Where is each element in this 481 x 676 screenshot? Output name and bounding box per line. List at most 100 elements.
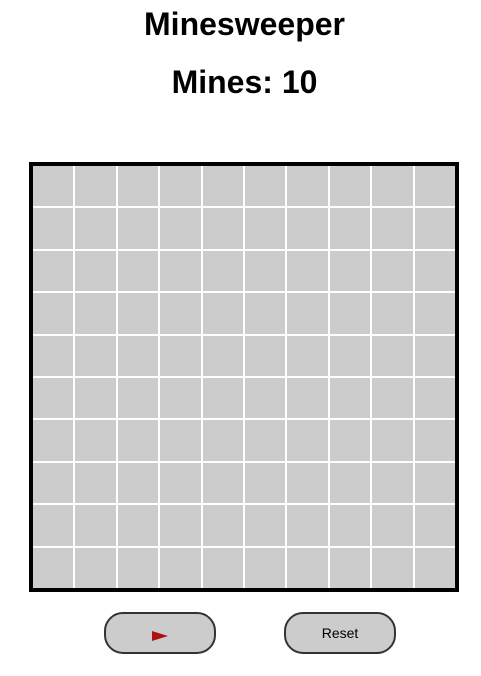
board-cell[interactable] xyxy=(160,208,201,249)
board-cell[interactable] xyxy=(287,420,328,461)
board-cell[interactable] xyxy=(33,547,74,588)
board-cell[interactable] xyxy=(75,293,116,334)
board-cell[interactable] xyxy=(33,166,74,207)
board-cell[interactable] xyxy=(202,420,243,461)
board-cell[interactable] xyxy=(414,462,455,504)
board-cell[interactable] xyxy=(75,208,116,249)
board-cell[interactable] xyxy=(33,208,74,249)
board-cell[interactable] xyxy=(329,335,371,376)
board-cell[interactable] xyxy=(33,420,74,461)
board-cell[interactable] xyxy=(287,462,328,504)
board-cell[interactable] xyxy=(33,335,74,376)
board-cell[interactable] xyxy=(202,335,243,376)
board-cell[interactable] xyxy=(202,378,243,419)
board-cell[interactable] xyxy=(287,335,328,376)
board-cell[interactable] xyxy=(372,335,413,376)
board-cell[interactable] xyxy=(117,547,159,588)
board-cell[interactable] xyxy=(202,293,243,334)
board-cell[interactable] xyxy=(245,547,286,588)
board-cell[interactable] xyxy=(329,420,371,461)
board-cell[interactable] xyxy=(329,462,371,504)
board-cell[interactable] xyxy=(160,250,201,292)
board-cell[interactable] xyxy=(245,420,286,461)
board-cell[interactable] xyxy=(33,462,74,504)
board-cell[interactable] xyxy=(160,378,201,419)
board-cell[interactable] xyxy=(33,505,74,546)
board-cell[interactable] xyxy=(75,378,116,419)
board-cell[interactable] xyxy=(414,293,455,334)
board-cell[interactable] xyxy=(160,335,201,376)
board-cell[interactable] xyxy=(202,547,243,588)
board-cell[interactable] xyxy=(117,250,159,292)
board-cell[interactable] xyxy=(329,293,371,334)
board-cell[interactable] xyxy=(160,420,201,461)
board-cell[interactable] xyxy=(202,166,243,207)
board-cell[interactable] xyxy=(33,250,74,292)
board-cell[interactable] xyxy=(160,505,201,546)
board-cell[interactable] xyxy=(329,250,371,292)
reset-button[interactable]: Reset xyxy=(284,612,396,654)
board-cell[interactable] xyxy=(75,166,116,207)
board-cell[interactable] xyxy=(160,462,201,504)
board-cell[interactable] xyxy=(329,166,371,207)
board-cell[interactable] xyxy=(414,420,455,461)
board-cell[interactable] xyxy=(75,505,116,546)
board-cell[interactable] xyxy=(75,420,116,461)
board-cell[interactable] xyxy=(75,335,116,376)
board-cell[interactable] xyxy=(372,250,413,292)
board-cell[interactable] xyxy=(245,462,286,504)
board-cell[interactable] xyxy=(372,293,413,334)
board-cell[interactable] xyxy=(117,166,159,207)
board-cell[interactable] xyxy=(414,166,455,207)
board-cell[interactable] xyxy=(245,166,286,207)
board-cell[interactable] xyxy=(287,208,328,249)
board-cell[interactable] xyxy=(372,420,413,461)
board-cell[interactable] xyxy=(414,208,455,249)
board-cell[interactable] xyxy=(329,208,371,249)
board-cell[interactable] xyxy=(329,547,371,588)
board-cell[interactable] xyxy=(117,420,159,461)
board-cell[interactable] xyxy=(75,250,116,292)
board-cell[interactable] xyxy=(414,547,455,588)
board-cell[interactable] xyxy=(160,293,201,334)
board-cell[interactable] xyxy=(202,208,243,249)
board-cell[interactable] xyxy=(287,547,328,588)
board-cell[interactable] xyxy=(245,335,286,376)
board-cell[interactable] xyxy=(287,378,328,419)
board-cell[interactable] xyxy=(202,250,243,292)
board-cell[interactable] xyxy=(372,378,413,419)
board-cell[interactable] xyxy=(117,293,159,334)
board-cell[interactable] xyxy=(33,378,74,419)
flag-mode-button[interactable] xyxy=(104,612,216,654)
board-cell[interactable] xyxy=(117,335,159,376)
board-cell[interactable] xyxy=(33,293,74,334)
board-cell[interactable] xyxy=(372,505,413,546)
board-cell[interactable] xyxy=(372,547,413,588)
board-cell[interactable] xyxy=(160,547,201,588)
board-cell[interactable] xyxy=(414,250,455,292)
board-cell[interactable] xyxy=(202,505,243,546)
board-cell[interactable] xyxy=(414,505,455,546)
board-cell[interactable] xyxy=(245,293,286,334)
board-cell[interactable] xyxy=(117,208,159,249)
board-cell[interactable] xyxy=(75,462,116,504)
board-cell[interactable] xyxy=(75,547,116,588)
board-cell[interactable] xyxy=(245,505,286,546)
board-cell[interactable] xyxy=(414,378,455,419)
board-cell[interactable] xyxy=(287,250,328,292)
board-cell[interactable] xyxy=(245,378,286,419)
board-cell[interactable] xyxy=(372,208,413,249)
board-cell[interactable] xyxy=(329,378,371,419)
board-cell[interactable] xyxy=(117,378,159,419)
board-cell[interactable] xyxy=(372,166,413,207)
board-cell[interactable] xyxy=(117,462,159,504)
board-cell[interactable] xyxy=(287,293,328,334)
board-cell[interactable] xyxy=(245,208,286,249)
board-cell[interactable] xyxy=(117,505,159,546)
board-cell[interactable] xyxy=(287,166,328,207)
board-cell[interactable] xyxy=(287,505,328,546)
board-cell[interactable] xyxy=(414,335,455,376)
board-cell[interactable] xyxy=(329,505,371,546)
board-cell[interactable] xyxy=(160,166,201,207)
board-cell[interactable] xyxy=(202,462,243,504)
